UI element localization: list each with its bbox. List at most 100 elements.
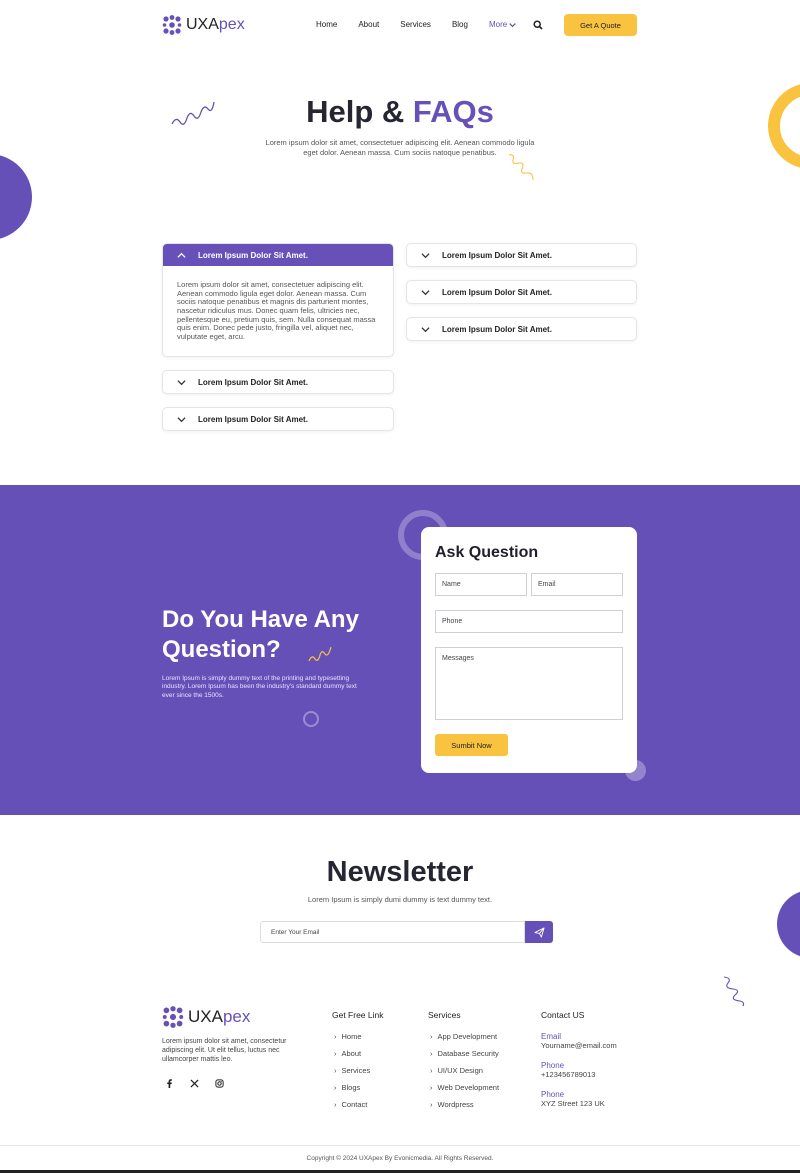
page-subtitle: Lorem ipsum dolor sit amet, consectetuer… <box>265 138 535 157</box>
phone-field[interactable]: Phone <box>435 610 623 633</box>
purple-circle-decoration <box>0 154 32 240</box>
social-links <box>162 1076 226 1090</box>
x-icon[interactable] <box>187 1076 201 1090</box>
contact-item: Phone +123456789013 <box>541 1061 617 1090</box>
nav-more[interactable]: More <box>488 20 517 29</box>
footer-link-about[interactable]: › About <box>334 1049 370 1066</box>
faq-question[interactable]: Lorem Ipsum Dolor Sit Amet. <box>407 244 636 266</box>
chevron-right-icon: › <box>334 1100 337 1109</box>
brand-name: UXApex <box>188 1007 251 1026</box>
form-title: Ask Question <box>435 544 539 561</box>
footer-logo[interactable]: UXApex <box>162 1006 250 1028</box>
header-logo[interactable]: UXApex <box>162 15 245 35</box>
faq-question-text: Lorem Ipsum Dolor Sit Amet. <box>198 250 308 260</box>
search-icon[interactable] <box>533 20 543 30</box>
footer-services: › App Development › Database Security › UI/… <box>430 1032 499 1117</box>
footer-service-ui-ux-design[interactable]: › UI/UX Design <box>430 1066 499 1083</box>
main-nav: Home About Services Blog More <box>316 20 517 29</box>
faq-question-text: Lorem Ipsum Dolor Sit Amet. <box>442 250 552 260</box>
faq-question[interactable]: Lorem Ipsum Dolor Sit Amet. <box>407 281 636 303</box>
newsletter-submit-button[interactable] <box>525 921 553 943</box>
faq-item[interactable]: Lorem Ipsum Dolor Sit Amet. <box>406 280 637 304</box>
footer-contact-list: Email Yourname@email.com Phone +12345678… <box>541 1032 617 1119</box>
footer-link-label: Home <box>341 1032 362 1041</box>
faq-question-text: Lorem Ipsum Dolor Sit Amet. <box>442 287 552 297</box>
newsletter-email-input[interactable]: Enter Your Email <box>260 921 525 943</box>
contact-label: Phone <box>541 1061 565 1070</box>
chevron-right-icon: › <box>430 1049 433 1058</box>
chevron-down-icon <box>421 289 430 295</box>
chevron-down-icon <box>509 23 517 28</box>
email-field[interactable]: Email <box>531 573 623 596</box>
ring-decoration <box>303 711 319 727</box>
faq-item[interactable]: Lorem Ipsum Dolor Sit Amet. Lorem ipsum … <box>162 243 394 357</box>
chevron-right-icon: › <box>430 1100 433 1109</box>
nav-home[interactable]: Home <box>316 20 337 29</box>
nav-blog[interactable]: Blog <box>452 20 468 29</box>
chevron-right-icon: › <box>430 1083 433 1092</box>
faq-question[interactable]: Lorem Ipsum Dolor Sit Amet. <box>407 318 636 340</box>
nav-services[interactable]: Services <box>400 20 431 29</box>
ask-question-form: Ask Question Name Email Phone Messages S… <box>421 527 637 773</box>
brand-name: UXApex <box>186 16 245 33</box>
faq-answer: Lorem ipsum dolor sit amet, consectetuer… <box>177 280 376 341</box>
footer-service-label: Wordpress <box>437 1100 474 1109</box>
message-field[interactable]: Messages <box>435 647 623 720</box>
chevron-right-icon: › <box>430 1066 433 1075</box>
footer-service-database-security[interactable]: › Database Security <box>430 1049 499 1066</box>
contact-value[interactable]: Yourname@email.com <box>541 1041 617 1050</box>
chevron-down-icon <box>421 326 430 332</box>
footer-link-label: About <box>341 1049 362 1058</box>
footer-link-contact[interactable]: › Contact <box>334 1100 370 1117</box>
footer-link-services[interactable]: › Services <box>334 1066 370 1083</box>
footer-service-label: Web Development <box>437 1083 500 1092</box>
faq-item[interactable]: Lorem Ipsum Dolor Sit Amet. <box>406 243 637 267</box>
faq-question[interactable]: Lorem Ipsum Dolor Sit Amet. <box>163 371 393 393</box>
question-text: Lorem Ipsum is simply dummy text of the … <box>162 675 357 699</box>
faq-item[interactable]: Lorem Ipsum Dolor Sit Amet. <box>162 407 394 431</box>
footer-link-blogs[interactable]: › Blogs <box>334 1083 370 1100</box>
send-icon <box>533 926 545 938</box>
chevron-right-icon: › <box>334 1066 337 1075</box>
footer-service-web-development[interactable]: › Web Development <box>430 1083 499 1100</box>
contact-value[interactable]: +123456789013 <box>541 1070 617 1079</box>
faq-question[interactable]: Lorem Ipsum Dolor Sit Amet. <box>163 408 393 430</box>
logo-icon <box>162 15 182 35</box>
footer-divider <box>0 1145 800 1146</box>
faq-question[interactable]: Lorem Ipsum Dolor Sit Amet. <box>163 244 393 266</box>
nav-about[interactable]: About <box>358 20 379 29</box>
submit-button[interactable]: Sumbit Now <box>435 734 508 756</box>
footer-service-app-development[interactable]: › App Development <box>430 1032 499 1049</box>
newsletter-title: Newsletter <box>326 856 474 888</box>
contact-label: Email <box>541 1032 562 1041</box>
footer-link-label: Services <box>341 1066 371 1075</box>
contact-value: XYZ Street 123 UK <box>541 1099 605 1108</box>
chevron-down-icon <box>177 379 186 385</box>
copyright: Copyright © 2024 UXApex By Evonicmedia. … <box>306 1155 494 1162</box>
squiggle-decoration <box>723 976 745 1007</box>
facebook-icon[interactable] <box>162 1076 176 1090</box>
page-title: Help & FAQs <box>306 94 494 129</box>
footer-service-label: UI/UX Design <box>437 1066 483 1075</box>
footer-link-home[interactable]: › Home <box>334 1032 370 1049</box>
faq-question-text: Lorem Ipsum Dolor Sit Amet. <box>198 377 308 387</box>
chevron-up-icon <box>177 252 186 258</box>
faq-question-text: Lorem Ipsum Dolor Sit Amet. <box>442 324 552 334</box>
chevron-right-icon: › <box>334 1049 337 1058</box>
nav-more-label: More <box>488 20 508 29</box>
faq-item[interactable]: Lorem Ipsum Dolor Sit Amet. <box>162 370 394 394</box>
question-title: Do You Have Any Question? <box>162 606 359 663</box>
footer-link-label: Blogs <box>341 1083 361 1092</box>
get-a-quote-button[interactable]: Get A Quote <box>564 14 637 36</box>
faq-item[interactable]: Lorem Ipsum Dolor Sit Amet. <box>406 317 637 341</box>
footer-services-title: Services <box>428 1010 461 1020</box>
chevron-right-icon: › <box>430 1032 433 1041</box>
footer-description: Lorem ipsum dolor sit amet, consectetur … <box>162 1038 287 1063</box>
footer-links-title: Get Free Link <box>332 1010 384 1020</box>
footer-service-label: App Development <box>437 1032 498 1041</box>
name-field[interactable]: Name <box>435 573 527 596</box>
instagram-icon[interactable] <box>212 1076 226 1090</box>
footer-service-wordpress[interactable]: › Wordpress <box>430 1100 499 1117</box>
chevron-down-icon <box>421 252 430 258</box>
newsletter-subtitle: Lorem Ipsum is simply dumi dummy is text… <box>307 895 493 904</box>
